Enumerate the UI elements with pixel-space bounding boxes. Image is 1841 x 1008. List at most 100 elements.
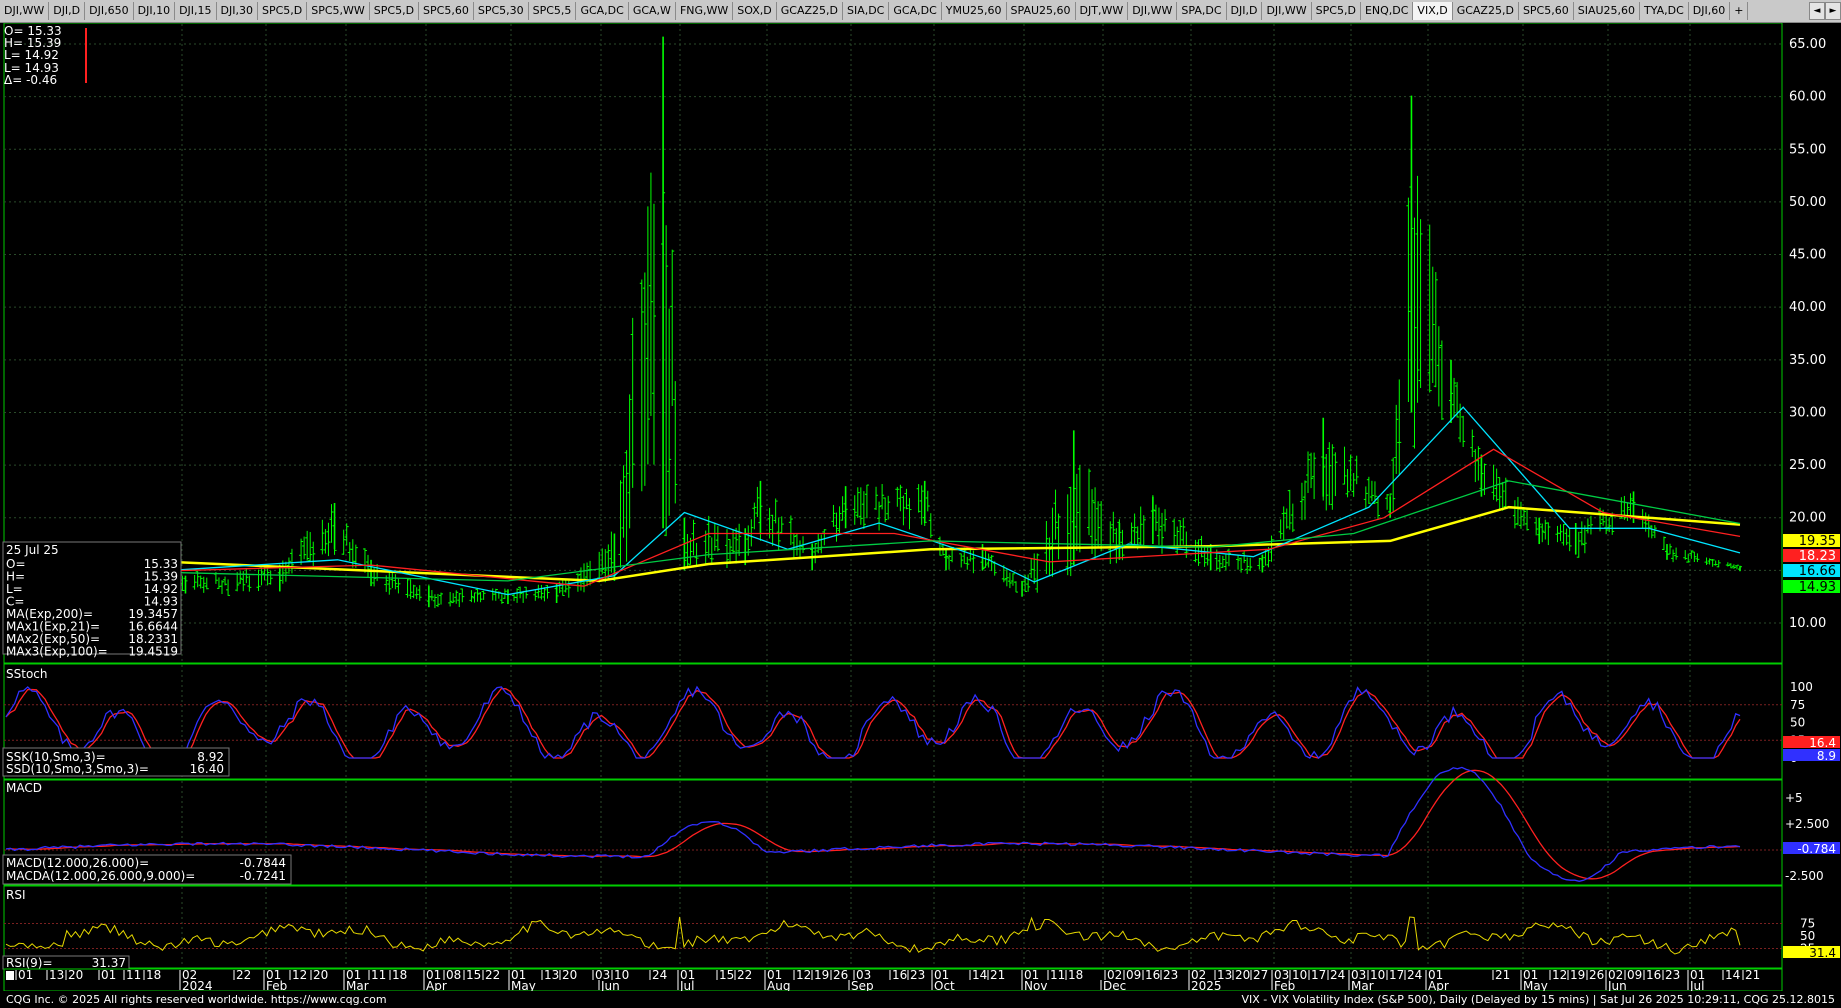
symbol-tab[interactable]: DJT,WW bbox=[1076, 2, 1129, 20]
ohlc-l-value: L= 14.92 bbox=[4, 48, 59, 62]
sstoch-badge: 8.9 bbox=[1783, 749, 1840, 763]
symbol-tab[interactable]: DJI,D bbox=[1227, 2, 1263, 20]
symbol-tab[interactable]: DJI,WW bbox=[0, 2, 50, 20]
symbol-tab[interactable]: DJI,WW bbox=[1128, 2, 1178, 20]
price-badge-value: 16.66 bbox=[1799, 564, 1836, 579]
macd-badge-value: -0.784 bbox=[1797, 842, 1836, 856]
symbol-tab[interactable]: GCAZ25,D bbox=[1453, 2, 1519, 20]
macd-legend-label: MACD(12.000,26.000)= bbox=[6, 856, 149, 870]
x-axis-month-label: Jul bbox=[679, 979, 694, 991]
symbol-tab[interactable]: DJI,30 bbox=[217, 2, 258, 20]
macd-legend-label: MACDA(12.000,26.000,9.000)= bbox=[6, 869, 195, 883]
macd-legend-value: -0.7241 bbox=[240, 869, 286, 883]
symbol-tab[interactable]: YMU25,60 bbox=[942, 2, 1007, 20]
x-axis-day-label: 11 bbox=[1050, 968, 1065, 982]
x-axis-day-label: 13 bbox=[544, 968, 559, 982]
x-axis-day-label: 12 bbox=[1552, 968, 1567, 982]
symbol-tab[interactable]: DJI,650 bbox=[85, 2, 134, 20]
add-tab-button[interactable]: + bbox=[1730, 2, 1749, 20]
x-axis-day-label: 08 bbox=[446, 968, 461, 982]
scroll-right-icon[interactable]: ► bbox=[1825, 2, 1841, 20]
x-axis-day-label: 18 bbox=[146, 968, 161, 982]
symbol-tab[interactable]: SPAU25,60 bbox=[1007, 2, 1076, 20]
symbol-tab[interactable]: SPC5,D bbox=[1312, 2, 1361, 20]
x-axis-month-label: Nov bbox=[1024, 979, 1047, 991]
price-badge: 16.66 bbox=[1783, 564, 1840, 579]
symbol-tab[interactable]: DJI,60 bbox=[1689, 2, 1731, 20]
symbol-tab[interactable]: SPC5,30 bbox=[474, 2, 529, 20]
symbol-tab[interactable]: SPA,DC bbox=[1177, 2, 1227, 20]
symbol-tab[interactable]: TYA,DC bbox=[1640, 2, 1689, 20]
chart-area[interactable]: 65.00 60.00 55.00 50.00 45.00 40.00 35.00 30.00… bbox=[0, 23, 1841, 991]
price-tick-label: 60.00 bbox=[1789, 90, 1826, 105]
x-axis-month-label: 2025 bbox=[1191, 979, 1222, 991]
symbol-tab[interactable]: SIA,DC bbox=[843, 2, 890, 20]
cursor-info-value: 19.4519 bbox=[128, 645, 178, 659]
x-axis-day-label: 26 bbox=[833, 968, 848, 982]
x-axis-day-label: 18 bbox=[1068, 968, 1083, 982]
rsi-badge: 31.4 bbox=[1783, 946, 1840, 960]
symbol-tab[interactable]: VIX,D bbox=[1413, 2, 1453, 20]
x-axis-day-label: 09 bbox=[1627, 968, 1642, 982]
price-tick-label: 30.00 bbox=[1789, 405, 1826, 420]
price-tick-label: 10.00 bbox=[1789, 616, 1826, 631]
price-badge: 19.35 bbox=[1783, 534, 1840, 549]
x-axis-month-label: Feb bbox=[1274, 979, 1295, 991]
symbol-tab[interactable]: ENQ,DC bbox=[1361, 2, 1414, 20]
x-axis-month-label: Jun bbox=[600, 979, 620, 991]
price-badge: 14.93 bbox=[1783, 580, 1840, 595]
x-axis-day-label: 26 bbox=[1589, 968, 1604, 982]
x-axis-day-label: 27 bbox=[1253, 968, 1268, 982]
symbol-tab[interactable]: SPC5,D bbox=[258, 2, 308, 20]
rsi-badge-value: 31.4 bbox=[1809, 946, 1836, 960]
price-tick-label: 35.00 bbox=[1789, 353, 1826, 368]
symbol-tab[interactable]: SIAU25,60 bbox=[1574, 2, 1641, 20]
macd-tick-label: -2.500 bbox=[1785, 869, 1824, 883]
symbol-tab[interactable]: DJI,10 bbox=[134, 2, 176, 20]
macd-legend: MACD(12.000,26.000)= -0.7844 MACDA(12.000,… bbox=[2, 854, 292, 885]
x-axis-day-label: 12 bbox=[292, 968, 307, 982]
price-tick-label: 25.00 bbox=[1789, 458, 1826, 473]
sstoch-legend-label: SSD(10,Smo,3,Smo,3)= bbox=[6, 762, 149, 776]
symbol-tab[interactable]: SOX,D bbox=[733, 2, 777, 20]
sstoch-tick-label: 75 bbox=[1790, 698, 1805, 712]
sstoch-badge-value: 16.4 bbox=[1809, 736, 1836, 750]
x-axis-day-label: 17 bbox=[1311, 968, 1326, 982]
x-axis-day-label: 20 bbox=[1235, 968, 1250, 982]
symbol-tab[interactable]: SPC5,D bbox=[370, 2, 420, 20]
x-axis-month-label: Mar bbox=[346, 979, 369, 991]
x-axis-month-label: Mar bbox=[1351, 979, 1374, 991]
x-axis-cursor-marker bbox=[6, 971, 14, 980]
x-axis-day-label: 18 bbox=[392, 968, 407, 982]
sstoch-legend: SSK(10,Smo,3)= 8.92SSD(10,Smo,3,Smo,3)= 16… bbox=[2, 747, 230, 777]
symbol-tab[interactable]: DJI,15 bbox=[175, 2, 217, 20]
scroll-left-icon[interactable]: ◄ bbox=[1809, 2, 1825, 20]
symbol-tab[interactable]: GCA,W bbox=[629, 2, 676, 20]
symbol-tab[interactable]: GCAZ25,D bbox=[777, 2, 843, 20]
x-axis-day-label: 24 bbox=[652, 968, 667, 982]
x-axis-day-label: 11 bbox=[126, 968, 141, 982]
macd-badge: -0.784 bbox=[1783, 842, 1840, 856]
sstoch-legend-value: 16.40 bbox=[190, 762, 224, 776]
symbol-tab[interactable]: GCA,DC bbox=[576, 2, 629, 20]
cursor-info-date: 25 Jul 25 bbox=[6, 543, 59, 557]
symbol-tab[interactable]: FNG,WW bbox=[676, 2, 734, 20]
symbol-tab[interactable]: SPC5,60 bbox=[419, 2, 474, 20]
x-axis-month-label: Aug bbox=[767, 979, 790, 991]
symbol-tab[interactable]: SPC5,60 bbox=[1519, 2, 1574, 20]
x-axis-day-label: 16 bbox=[1646, 968, 1661, 982]
symbol-tab[interactable]: GCA,DC bbox=[889, 2, 942, 20]
price-badge-value: 18.23 bbox=[1799, 549, 1836, 564]
symbol-tab[interactable]: DJI,WW bbox=[1262, 2, 1312, 20]
symbol-tab[interactable]: SPC5,WW bbox=[307, 2, 370, 20]
x-axis-month-label: Jun bbox=[1607, 979, 1627, 991]
x-axis-month-label: Oct bbox=[934, 979, 955, 991]
symbol-tab[interactable]: DJI,D bbox=[49, 2, 86, 20]
price-tick-label: 65.00 bbox=[1789, 37, 1826, 52]
x-axis-day-label: 23 bbox=[1163, 968, 1178, 982]
sstoch-panel bbox=[3, 663, 1783, 780]
symbol-tab[interactable]: SPC5,5 bbox=[529, 2, 577, 20]
x-axis-day-label: 20 bbox=[68, 968, 83, 982]
x-axis-day-label: 15 bbox=[466, 968, 481, 982]
x-axis-day-label: 19 bbox=[814, 968, 829, 982]
